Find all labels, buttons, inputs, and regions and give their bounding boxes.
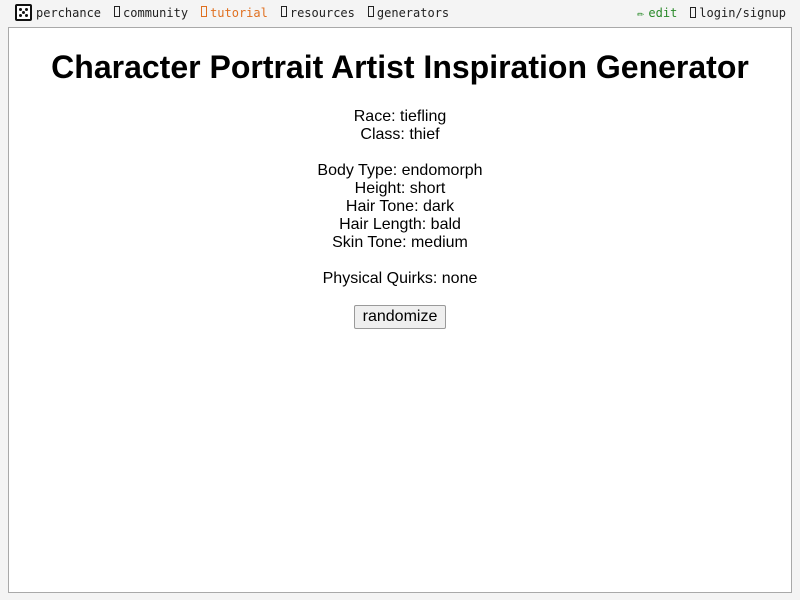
login-signup-link[interactable]: login/signup xyxy=(690,6,786,20)
perchance-home-link[interactable]: perchance xyxy=(15,4,101,21)
class-line: Class: thief xyxy=(360,126,440,143)
edit-link[interactable]: ✏ edit xyxy=(637,6,677,20)
community-icon xyxy=(114,6,121,17)
page-title: Character Portrait Artist Inspiration Ge… xyxy=(51,49,749,85)
body-type-line: Body Type: endomorph xyxy=(317,162,483,179)
login-label: login/signup xyxy=(699,6,786,20)
generator-panel: Character Portrait Artist Inspiration Ge… xyxy=(8,27,792,593)
nav-resources-label: resources xyxy=(289,5,355,20)
nav-resources-link[interactable]: resources xyxy=(280,5,355,20)
user-icon xyxy=(690,6,697,18)
nav-generators-label: generators xyxy=(376,5,450,20)
pencil-icon: ✏ xyxy=(637,6,645,20)
nav-tutorial-link[interactable]: tutorial xyxy=(201,6,268,20)
dice-logo-icon xyxy=(15,4,32,21)
nav-tutorial-label: tutorial xyxy=(210,5,268,20)
generators-icon xyxy=(367,6,374,17)
race-line: Race: tiefling xyxy=(353,108,447,125)
skin-tone-line: Skin Tone: medium xyxy=(332,234,468,251)
nav-right: ✏ edit login/signup xyxy=(637,6,786,20)
generator-output: Race: tiefling Class: thief Body Type: e… xyxy=(9,108,791,329)
height-line: Height: short xyxy=(354,180,446,197)
brand-label: perchance xyxy=(36,5,102,20)
physical-quirks-line: Physical Quirks: none xyxy=(322,270,478,287)
nav-community-link[interactable]: community xyxy=(114,6,188,20)
hair-length-line: Hair Length: bald xyxy=(339,216,461,233)
randomize-button[interactable]: randomize xyxy=(353,305,447,329)
hair-tone-line: Hair Tone: dark xyxy=(345,198,455,215)
nav-left: perchance community tutorial resources g… xyxy=(15,4,449,21)
edit-label: edit xyxy=(648,6,678,20)
resources-icon xyxy=(280,6,287,17)
nav-generators-link[interactable]: generators xyxy=(367,5,450,20)
top-nav: perchance community tutorial resources g… xyxy=(0,0,800,28)
tutorial-icon xyxy=(201,6,208,17)
nav-community-label: community xyxy=(123,5,189,20)
